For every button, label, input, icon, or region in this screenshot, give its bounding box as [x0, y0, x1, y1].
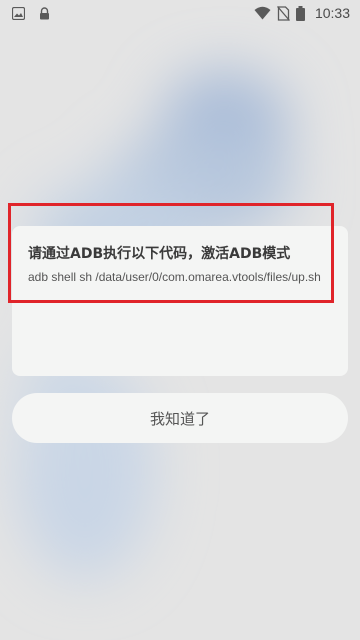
battery-icon — [295, 5, 305, 21]
dialog-message: adb shell sh /data/user/0/com.omarea.vto… — [28, 270, 321, 284]
wifi-icon — [254, 6, 271, 20]
no-sim-icon — [276, 5, 290, 21]
status-time: 10:33 — [314, 5, 350, 21]
gallery-icon — [12, 6, 25, 20]
lock-icon — [39, 6, 50, 20]
status-bar: 10:33 — [0, 0, 360, 26]
dialog-title: 请通过ADB执行以下代码，激活ADB模式 — [28, 246, 291, 262]
ok-button[interactable]: 我知道了 — [12, 393, 348, 443]
